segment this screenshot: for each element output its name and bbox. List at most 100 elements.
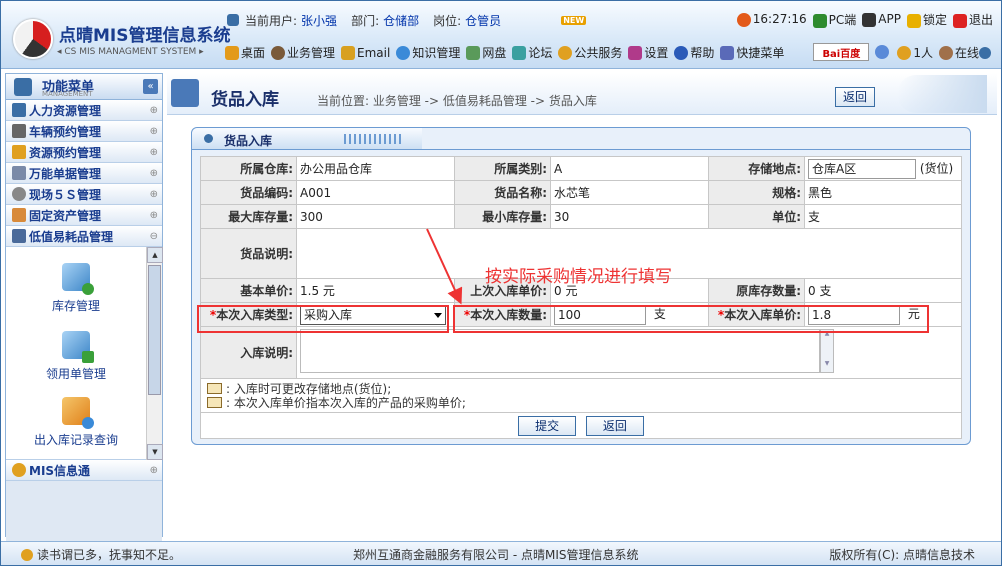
stock-in-form: 所属仓库: 办公用品仓库 所属类别: A 存储地点: 仓库A区 (货位) 货品编…: [200, 156, 962, 439]
sidebar-item-resource[interactable]: 资源预约管理 ⊕: [6, 142, 162, 163]
form-row: 所属仓库: 办公用品仓库 所属类别: A 存储地点: 仓库A区 (货位): [200, 156, 962, 181]
sidebar-item-5s[interactable]: 现场５Ｓ管理 ⊕: [6, 184, 162, 205]
instock-price-input[interactable]: 1.8: [808, 304, 900, 325]
top-right-bar: 16:27:16 PC端 APP 锁定 退出: [736, 11, 993, 28]
form-row: *本次入库类型: 采购入库 *本次入库数量: 100 支 *本次入库单价: 1.…: [200, 302, 962, 327]
scroll-thumb[interactable]: [148, 265, 161, 395]
sidebar-scrollbar[interactable]: ▲ ▼: [146, 247, 163, 460]
wrench-icon: [628, 45, 643, 60]
menu-knowledge[interactable]: 知识管理: [396, 44, 460, 61]
online-count[interactable]: 1人: [897, 44, 933, 61]
submenu-records[interactable]: 出入库记录查询: [6, 397, 146, 448]
footer-copyright: 版权所有(C): 点晴信息技术: [829, 548, 975, 562]
menu-public[interactable]: 公共服务: [558, 44, 622, 61]
users-icon: [12, 463, 26, 477]
footer-quote: 读书谓已多，抚事知不足。: [21, 546, 181, 563]
base-price-label: 基本单价:: [200, 278, 297, 303]
location-input[interactable]: 仓库A区: [808, 158, 916, 179]
logo: 点晴MIS管理信息系统 ◂ CS MIS MANAGMENT SYSTEM ▸: [9, 7, 231, 63]
globe-icon: [396, 45, 411, 60]
scroll-up-icon[interactable]: ▲: [821, 330, 833, 342]
submenu-requisition[interactable]: 领用单管理: [6, 331, 146, 382]
form-row: 入库说明: ▲ ▼: [200, 326, 962, 379]
sidebar-item-vehicle[interactable]: 车辆预约管理 ⊕: [6, 121, 162, 142]
clock: 16:27:16: [736, 12, 807, 27]
sidebar-item-mis[interactable]: MIS信息通 ⊕: [6, 460, 162, 481]
form-row: 货品编码: A001 货品名称: 水芯笔 规格: 黑色: [200, 180, 962, 205]
online-status[interactable]: 在线: [938, 44, 993, 61]
instock-qty-unit: 支: [653, 307, 666, 321]
notes-cell: : 入库时可更改存储地点(货位); : 本次入库单价指本次入库的产品的采购单价;: [200, 378, 962, 413]
user-label: 当前用户:: [245, 13, 298, 28]
code-label: 货品编码:: [200, 180, 297, 205]
people-icon: [12, 103, 26, 117]
search-icon[interactable]: [875, 45, 890, 59]
submit-button[interactable]: 提交: [518, 415, 577, 436]
person-icon: [938, 46, 953, 60]
menu-shortcut[interactable]: 快捷菜单: [720, 44, 784, 61]
menu-email[interactable]: Email: [341, 45, 390, 60]
sidebar-item-consumables[interactable]: 低值易耗品管理 ⊖: [6, 226, 162, 247]
form-row: : 入库时可更改存储地点(货位); : 本次入库单价指本次入库的产品的采购单价;: [200, 378, 962, 413]
panel-tab: 货品入库: [192, 128, 422, 150]
textarea-scrollbar[interactable]: ▲ ▼: [820, 329, 834, 373]
item-desc-label: 货品说明:: [200, 228, 297, 279]
header: 点晴MIS管理信息系统 ◂ CS MIS MANAGMENT SYSTEM ▸ …: [1, 1, 1001, 69]
scroll-down-icon[interactable]: ▼: [147, 444, 163, 460]
user-info-bar: 当前用户: 张小强 部门: 仓储部 岗位: 仓管员 NEW: [227, 11, 587, 29]
name-label: 货品名称:: [454, 180, 551, 205]
instock-desc-cell: ▲ ▼: [296, 326, 962, 379]
annotation-arrow: [426, 228, 463, 305]
scroll-down-icon[interactable]: ▼: [821, 360, 833, 372]
gear-icon: [12, 187, 26, 201]
sidebar-item-documents[interactable]: 万能单据管理 ⊕: [6, 163, 162, 184]
cube-arrow-icon: [62, 331, 94, 363]
logout-link[interactable]: 退出: [952, 11, 993, 28]
app-window: 点晴MIS管理信息系统 ◂ CS MIS MANAGMENT SYSTEM ▸ …: [0, 0, 1002, 566]
menu-settings[interactable]: 设置: [628, 44, 668, 61]
footer-company: 郑州互通商金融服务有限公司 - 点晴MIS管理信息系统: [353, 548, 639, 562]
book-icon: [207, 383, 222, 394]
chevron-down-icon: [979, 47, 991, 59]
menu-business[interactable]: 业务管理: [271, 44, 335, 61]
baidu-search-input[interactable]: Bai百度: [813, 43, 870, 61]
pc-link[interactable]: PC端: [812, 11, 856, 28]
instock-price-label: *本次入库单价:: [708, 302, 805, 327]
medal-icon: [12, 145, 26, 159]
menu-forum[interactable]: 论坛: [512, 44, 552, 61]
clock-icon: [736, 12, 751, 27]
app-link[interactable]: APP: [862, 12, 901, 27]
lock-icon: [906, 13, 921, 28]
menu-netdisk[interactable]: 网盘: [466, 44, 506, 61]
search-area: Bai百度 1人 在线: [813, 43, 993, 61]
note-2: : 本次入库单价指本次入库的产品的采购单价;: [207, 396, 955, 410]
logo-icon: [13, 19, 53, 59]
stacked-boxes-icon: [62, 397, 94, 429]
user-value: 张小强: [301, 13, 338, 28]
instock-price-cell: 1.8 元: [804, 302, 962, 327]
min-stock-value: 30: [550, 204, 709, 229]
sidebar: 功能菜单 MANAGEMENT « 人力资源管理 ⊕ 车辆预约管理 ⊕ 资源预约管理…: [5, 73, 163, 541]
menu-book-icon: [14, 78, 32, 96]
grid-icon: [171, 79, 199, 107]
sidebar-empty-area: [6, 481, 162, 541]
expand-icon: ⊕: [149, 146, 158, 158]
expand-icon: ⊕: [149, 167, 158, 179]
submenu-inventory[interactable]: 库存管理: [6, 263, 146, 314]
post-value: 仓管员: [465, 13, 502, 28]
menu-desktop[interactable]: 桌面: [225, 44, 265, 61]
collapse-sidebar-button[interactable]: «: [143, 79, 158, 94]
scroll-up-icon[interactable]: ▲: [147, 247, 163, 263]
sidebar-item-hr[interactable]: 人力资源管理 ⊕: [6, 100, 162, 121]
bullet-icon: [204, 134, 213, 143]
code-value: A001: [296, 180, 455, 205]
instock-qty-input[interactable]: 100: [554, 304, 646, 325]
form-back-button[interactable]: 返回: [585, 415, 644, 436]
instock-desc-textarea[interactable]: [300, 329, 820, 373]
location-label: 存储地点:: [708, 156, 805, 181]
lock-link[interactable]: 锁定: [906, 11, 947, 28]
back-button[interactable]: 返回: [835, 87, 875, 107]
sidebar-item-assets[interactable]: 固定资产管理 ⊕: [6, 205, 162, 226]
menu-help[interactable]: 帮助: [674, 44, 714, 61]
orig-stock-value: 0 支: [804, 278, 962, 303]
